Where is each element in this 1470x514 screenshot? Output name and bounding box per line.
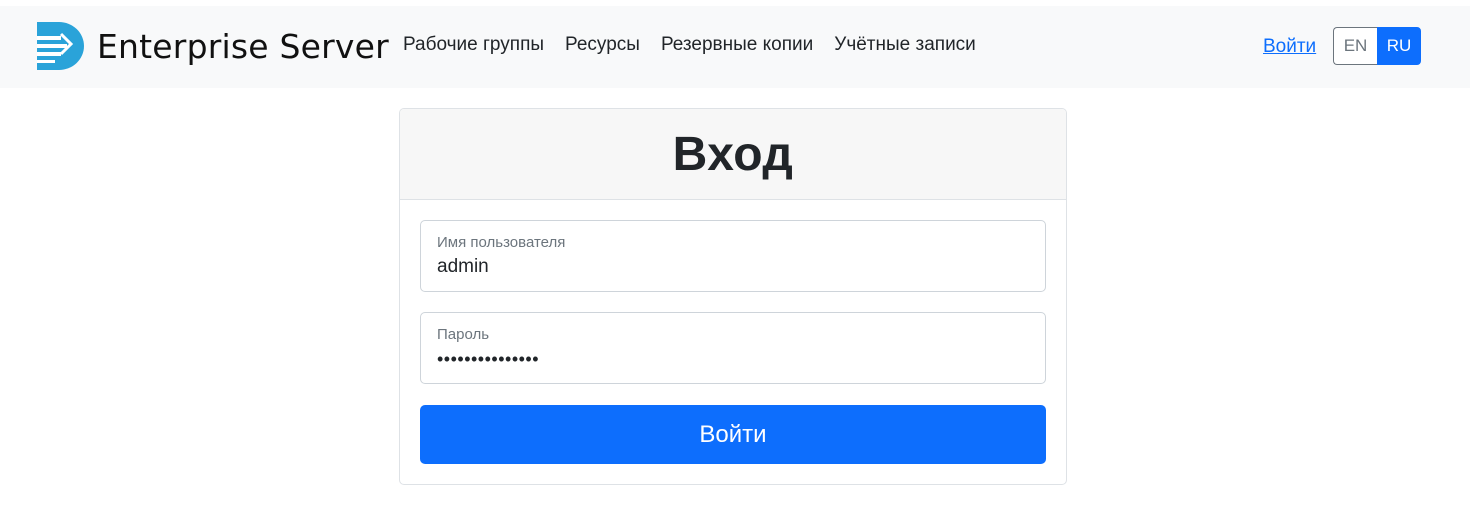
login-submit-button[interactable]: Войти [420, 405, 1046, 464]
nav-item-workgroups[interactable]: Рабочие группы [403, 34, 544, 56]
brand-name: Enterprise Server [97, 26, 389, 66]
language-switcher: EN RU [1333, 27, 1421, 65]
nav-item-resources[interactable]: Ресурсы [565, 34, 640, 56]
username-label: Имя пользователя [437, 234, 566, 251]
d-logo-icon [35, 20, 87, 72]
main-nav: Рабочие группы Ресурсы Резервные копии У… [403, 34, 976, 56]
language-ru-button[interactable]: RU [1377, 27, 1421, 65]
password-input[interactable]: ••••••••••••••• [437, 348, 1029, 370]
navbar: Enterprise Server Рабочие группы Ресурсы… [0, 6, 1470, 88]
password-label: Пароль [437, 326, 490, 343]
language-en-button[interactable]: EN [1333, 27, 1377, 65]
login-link[interactable]: Войти [1263, 36, 1316, 58]
brand[interactable]: Enterprise Server [35, 20, 389, 72]
login-card: Вход Имя пользователя admin Пароль •••••… [399, 108, 1067, 485]
username-input[interactable]: admin [437, 256, 1029, 278]
password-field[interactable]: Пароль ••••••••••••••• [420, 312, 1046, 384]
login-card-header: Вход [400, 109, 1066, 200]
nav-item-backups[interactable]: Резервные копии [661, 34, 813, 56]
nav-item-accounts[interactable]: Учётные записи [834, 34, 976, 56]
username-field[interactable]: Имя пользователя admin [420, 220, 1046, 292]
page-title: Вход [672, 127, 794, 181]
